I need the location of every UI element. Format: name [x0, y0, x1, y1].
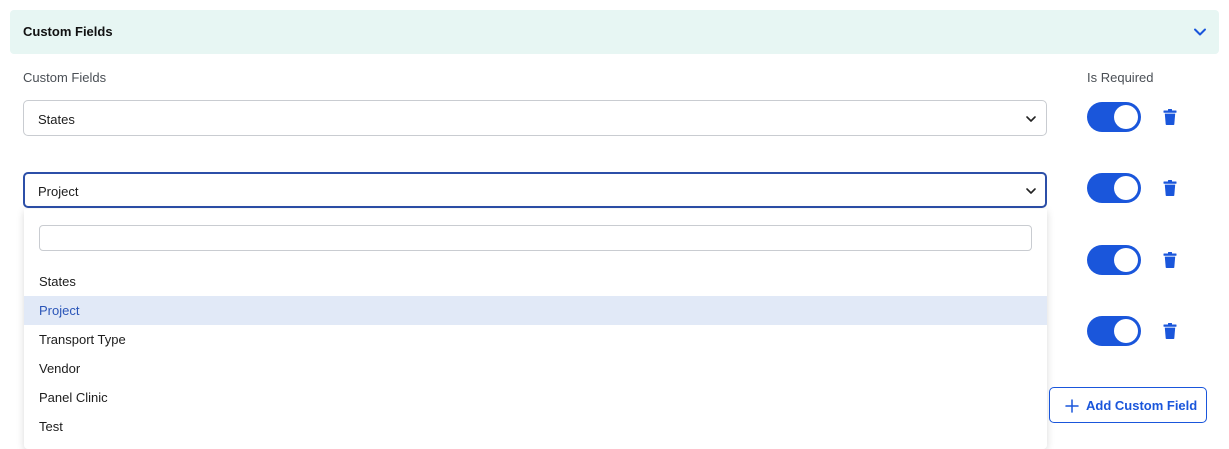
select-value: Project [38, 184, 79, 199]
toggle-knob [1114, 319, 1138, 343]
add-custom-field-label: Add Custom Field [1086, 398, 1198, 413]
toggle-knob [1114, 105, 1138, 129]
toggle-knob [1114, 176, 1138, 200]
trash-icon[interactable] [1163, 109, 1177, 125]
is-required-toggle-3[interactable] [1087, 245, 1141, 275]
is-required-toggle-2[interactable] [1087, 173, 1141, 203]
chevron-down-icon [1026, 188, 1036, 194]
dropdown-menu: States Project Transport Type Vendor Pan… [24, 209, 1047, 449]
dropdown-option-project[interactable]: Project [24, 296, 1047, 325]
add-custom-field-button[interactable]: Add Custom Field [1049, 387, 1207, 423]
custom-field-select-2[interactable]: Project [23, 172, 1047, 208]
dropdown-option-transport-type[interactable]: Transport Type [24, 325, 1047, 354]
custom-fields-column-label: Custom Fields [23, 70, 107, 85]
select-value: States [38, 112, 75, 127]
section-title: Custom Fields [23, 24, 113, 39]
trash-icon[interactable] [1163, 180, 1177, 196]
dropdown-option-panel-clinic[interactable]: Panel Clinic [24, 383, 1047, 412]
toggle-knob [1114, 248, 1138, 272]
custom-fields-section-header[interactable]: Custom Fields [10, 10, 1219, 54]
custom-field-select-1[interactable]: States [23, 100, 1047, 136]
chevron-down-icon [1026, 116, 1036, 122]
trash-icon[interactable] [1163, 252, 1177, 268]
chevron-down-icon[interactable] [1193, 25, 1207, 39]
dropdown-search-input[interactable] [39, 225, 1032, 251]
plus-icon [1065, 399, 1079, 413]
trash-icon[interactable] [1163, 323, 1177, 339]
dropdown-option-states[interactable]: States [24, 267, 1047, 296]
is-required-column-label: Is Required [1087, 70, 1154, 85]
dropdown-option-test[interactable]: Test [24, 412, 1047, 441]
dropdown-option-vendor[interactable]: Vendor [24, 354, 1047, 383]
is-required-toggle-1[interactable] [1087, 102, 1141, 132]
is-required-toggle-4[interactable] [1087, 316, 1141, 346]
